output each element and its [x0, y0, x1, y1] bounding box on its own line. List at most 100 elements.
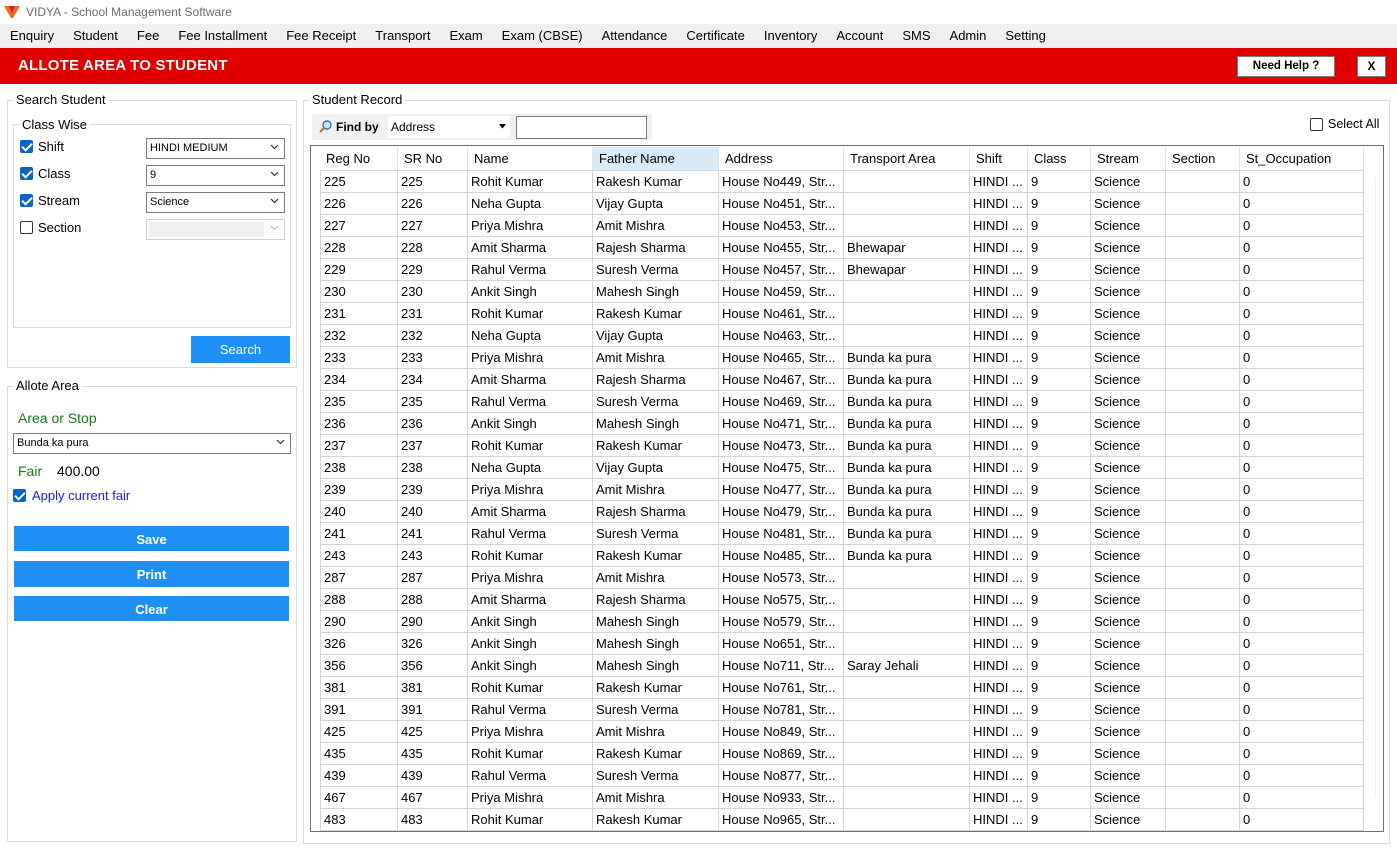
table-row[interactable]: 230 230 Ankit Singh Mahesh Singh House No459… [320, 281, 1364, 303]
cell-class[interactable]: 9 [1028, 413, 1091, 435]
cell-st-occupation[interactable]: 0 [1240, 721, 1364, 743]
cell-father-name[interactable]: Rakesh Kumar [593, 435, 719, 457]
table-row[interactable]: 439 439 Rahul Verma Suresh Verma House No877… [320, 765, 1364, 787]
cell-class[interactable]: 9 [1028, 259, 1091, 281]
cell-class[interactable]: 9 [1028, 633, 1091, 655]
cell-reg-no[interactable]: 243 [320, 545, 398, 567]
cell-st-occupation[interactable]: 0 [1240, 303, 1364, 325]
cell-address[interactable]: House No877, Str... [719, 765, 844, 787]
cell-class[interactable]: 9 [1028, 721, 1091, 743]
cell-shift[interactable]: HINDI ... [970, 259, 1028, 281]
cell-section[interactable] [1166, 391, 1240, 413]
cell-st-occupation[interactable]: 0 [1240, 567, 1364, 589]
cell-father-name[interactable]: Amit Mishra [593, 479, 719, 501]
cell-shift[interactable]: HINDI ... [970, 743, 1028, 765]
column-header-transport-area[interactable]: Transport Area [844, 147, 970, 171]
column-header-section[interactable]: Section [1166, 147, 1240, 171]
cell-sr-no[interactable]: 239 [398, 479, 468, 501]
cell-transport-area[interactable] [844, 325, 970, 347]
cell-sr-no[interactable]: 435 [398, 743, 468, 765]
table-row[interactable]: 227 227 Priya Mishra Amit Mishra House No453… [320, 215, 1364, 237]
cell-sr-no[interactable]: 356 [398, 655, 468, 677]
cell-sr-no[interactable]: 238 [398, 457, 468, 479]
cell-address[interactable]: House No473, Str... [719, 435, 844, 457]
cell-sr-no[interactable]: 483 [398, 809, 468, 831]
cell-st-occupation[interactable]: 0 [1240, 215, 1364, 237]
cell-transport-area[interactable]: Bunda ka pura [844, 523, 970, 545]
cell-stream[interactable]: Science [1091, 391, 1166, 413]
cell-sr-no[interactable]: 231 [398, 303, 468, 325]
cell-section[interactable] [1166, 171, 1240, 193]
cell-stream[interactable]: Science [1091, 413, 1166, 435]
cell-transport-area[interactable] [844, 699, 970, 721]
cell-shift[interactable]: HINDI ... [970, 501, 1028, 523]
cell-transport-area[interactable] [844, 721, 970, 743]
cell-shift[interactable]: HINDI ... [970, 347, 1028, 369]
cell-address[interactable]: House No465, Str... [719, 347, 844, 369]
cell-address[interactable]: House No933, Str... [719, 787, 844, 809]
cell-shift[interactable]: HINDI ... [970, 699, 1028, 721]
menu-item-transport[interactable]: Transport [365, 24, 439, 48]
cell-name[interactable]: Amit Sharma [468, 589, 593, 611]
cell-name[interactable]: Ankit Singh [468, 413, 593, 435]
cell-name[interactable]: Priya Mishra [468, 215, 593, 237]
cell-reg-no[interactable]: 234 [320, 369, 398, 391]
cell-st-occupation[interactable]: 0 [1240, 809, 1364, 831]
cell-name[interactable]: Rohit Kumar [468, 545, 593, 567]
cell-class[interactable]: 9 [1028, 545, 1091, 567]
cell-st-occupation[interactable]: 0 [1240, 325, 1364, 347]
cell-section[interactable] [1166, 523, 1240, 545]
cell-class[interactable]: 9 [1028, 303, 1091, 325]
cell-father-name[interactable]: Rakesh Kumar [593, 809, 719, 831]
cell-transport-area[interactable] [844, 809, 970, 831]
cell-st-occupation[interactable]: 0 [1240, 633, 1364, 655]
cell-reg-no[interactable]: 231 [320, 303, 398, 325]
cell-father-name[interactable]: Amit Mishra [593, 721, 719, 743]
cell-transport-area[interactable] [844, 743, 970, 765]
cell-transport-area[interactable] [844, 677, 970, 699]
cell-section[interactable] [1166, 655, 1240, 677]
cell-st-occupation[interactable]: 0 [1240, 501, 1364, 523]
cell-address[interactable]: House No479, Str... [719, 501, 844, 523]
cell-stream[interactable]: Science [1091, 677, 1166, 699]
cell-class[interactable]: 9 [1028, 743, 1091, 765]
cell-section[interactable] [1166, 611, 1240, 633]
cell-stream[interactable]: Science [1091, 809, 1166, 831]
menu-item-exam[interactable]: Exam [439, 24, 491, 48]
cell-father-name[interactable]: Rajesh Sharma [593, 589, 719, 611]
cell-st-occupation[interactable]: 0 [1240, 435, 1364, 457]
cell-transport-area[interactable] [844, 193, 970, 215]
cell-transport-area[interactable] [844, 633, 970, 655]
cell-name[interactable]: Priya Mishra [468, 787, 593, 809]
menu-item-enquiry[interactable]: Enquiry [0, 24, 63, 48]
table-row[interactable]: 287 287 Priya Mishra Amit Mishra House No573… [320, 567, 1364, 589]
cell-section[interactable] [1166, 589, 1240, 611]
cell-reg-no[interactable]: 483 [320, 809, 398, 831]
cell-sr-no[interactable]: 290 [398, 611, 468, 633]
cell-section[interactable] [1166, 303, 1240, 325]
cell-transport-area[interactable]: Bunda ka pura [844, 413, 970, 435]
menu-item-exam-cbse[interactable]: Exam (CBSE) [492, 24, 592, 48]
cell-section[interactable] [1166, 479, 1240, 501]
cell-stream[interactable]: Science [1091, 303, 1166, 325]
cell-st-occupation[interactable]: 0 [1240, 347, 1364, 369]
cell-father-name[interactable]: Rakesh Kumar [593, 677, 719, 699]
table-row[interactable]: 381 381 Rohit Kumar Rakesh Kumar House No761… [320, 677, 1364, 699]
cell-section[interactable] [1166, 281, 1240, 303]
cell-transport-area[interactable] [844, 787, 970, 809]
cell-address[interactable]: House No485, Str... [719, 545, 844, 567]
cell-sr-no[interactable]: 287 [398, 567, 468, 589]
cell-shift[interactable]: HINDI ... [970, 633, 1028, 655]
cell-class[interactable]: 9 [1028, 325, 1091, 347]
cell-stream[interactable]: Science [1091, 347, 1166, 369]
column-header-father-name[interactable]: Father Name [593, 147, 719, 171]
cell-class[interactable]: 9 [1028, 435, 1091, 457]
cell-st-occupation[interactable]: 0 [1240, 479, 1364, 501]
cell-shift[interactable]: HINDI ... [970, 721, 1028, 743]
cell-address[interactable]: House No453, Str... [719, 215, 844, 237]
table-row[interactable]: 233 233 Priya Mishra Amit Mishra House No465… [320, 347, 1364, 369]
close-button[interactable]: X [1357, 56, 1386, 77]
cell-shift[interactable]: HINDI ... [970, 193, 1028, 215]
cell-transport-area[interactable] [844, 281, 970, 303]
cell-stream[interactable]: Science [1091, 743, 1166, 765]
